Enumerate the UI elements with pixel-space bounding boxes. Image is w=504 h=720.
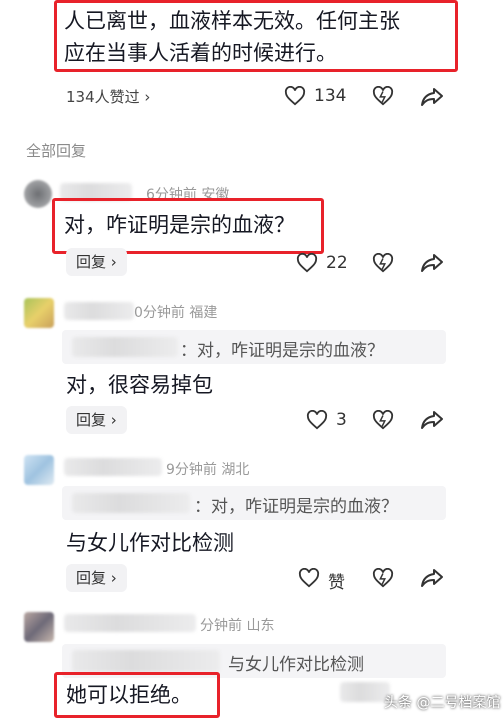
reply-meta: 9分钟前 湖北	[166, 462, 250, 478]
like-count: 22	[326, 253, 348, 273]
avatar[interactable]	[24, 455, 54, 485]
top-comment-line1: 人已离世，血液样本无效。任何主张	[64, 9, 400, 33]
quoted-text: ：对，咋证明是宗的血液？	[194, 497, 398, 517]
like-label: 赞	[328, 573, 345, 593]
username-blurred[interactable]	[64, 614, 196, 632]
heart-icon[interactable]	[306, 410, 328, 430]
share-icon[interactable]	[420, 86, 444, 108]
heart-icon[interactable]	[298, 568, 320, 588]
avatar[interactable]	[24, 180, 52, 208]
heart-icon[interactable]	[284, 86, 306, 106]
blurred-region	[340, 682, 390, 702]
reply-button[interactable]: 回复 ›	[66, 248, 127, 276]
share-icon[interactable]	[420, 252, 444, 274]
share-icon[interactable]	[420, 409, 444, 431]
like-count: 3	[336, 410, 347, 430]
quoted-username-blurred	[72, 337, 178, 357]
share-icon[interactable]	[420, 567, 444, 589]
reply-button[interactable]: 回复 ›	[66, 406, 127, 434]
likes-summary-link[interactable]: 134人赞过 ›	[66, 86, 150, 107]
quoted-username-blurred	[72, 650, 220, 672]
quoted-username-blurred	[72, 493, 190, 513]
username-blurred[interactable]	[64, 458, 162, 476]
like-count: 134	[314, 86, 347, 106]
reply-text: 她可以拒绝。	[66, 683, 192, 707]
reply-meta: 0分钟前 福建	[134, 305, 218, 321]
reply-meta: 分钟前 山东	[200, 618, 275, 634]
quoted-text: ：对，咋证明是宗的血液？	[180, 341, 384, 361]
username-blurred[interactable]	[64, 302, 134, 320]
watermark: 头条 @二号档案馆	[384, 695, 501, 711]
avatar[interactable]	[24, 612, 54, 642]
dislike-heart-icon[interactable]	[372, 86, 394, 106]
reply-text: 对，很容易掉包	[66, 373, 213, 397]
quoted-text: 与女儿作对比检测	[228, 655, 364, 675]
dislike-heart-icon[interactable]	[372, 568, 394, 588]
reply-button[interactable]: 回复 ›	[66, 564, 127, 592]
reply-text: 与女儿作对比检测	[66, 531, 234, 555]
dislike-heart-icon[interactable]	[372, 253, 394, 273]
top-comment-line2: 应在当事人活着的时候进行。	[64, 41, 337, 65]
heart-icon[interactable]	[296, 253, 318, 273]
avatar[interactable]	[24, 298, 54, 328]
reply-text: 对，咋证明是宗的血液？	[64, 213, 295, 237]
section-title: 全部回复	[26, 142, 87, 160]
dislike-heart-icon[interactable]	[372, 410, 394, 430]
